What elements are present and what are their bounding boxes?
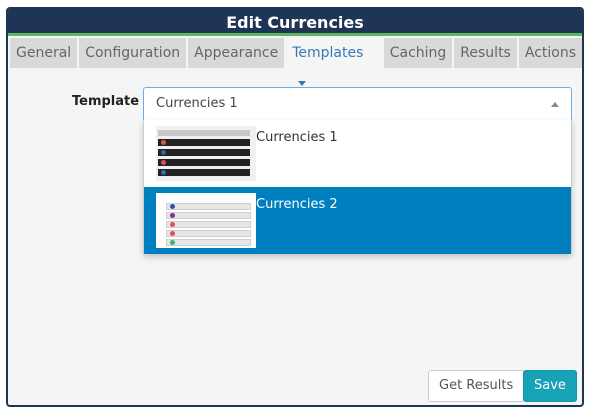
- chevron-down-icon: [298, 80, 307, 86]
- tab-caching[interactable]: Caching: [383, 38, 453, 68]
- tab-results[interactable]: Results: [454, 38, 517, 68]
- tab-configuration[interactable]: Configuration: [79, 38, 187, 68]
- chevron-up-icon: [551, 102, 559, 107]
- tab-appearance[interactable]: Appearance: [188, 38, 285, 68]
- template-dropdown: Currencies 1 Currencies 2: [143, 120, 572, 254]
- tab-general[interactable]: General: [10, 38, 78, 68]
- dialog-title: Edit Currencies: [8, 9, 582, 36]
- template-preview-2: [156, 193, 256, 248]
- template-option-currencies-2[interactable]: Currencies 2: [144, 187, 571, 254]
- template-select[interactable]: Currencies 1: [143, 87, 572, 121]
- save-button[interactable]: Save: [523, 370, 577, 402]
- tab-bar: General Configuration Appearance Templat…: [8, 36, 582, 86]
- option-label: Currencies 2: [256, 197, 338, 212]
- template-label: Template: [72, 94, 140, 109]
- template-option-currencies-1[interactable]: Currencies 1: [144, 120, 571, 187]
- option-label: Currencies 1: [256, 130, 338, 145]
- edit-dialog: Edit Currencies General Configuration Ap…: [6, 7, 584, 407]
- tab-actions[interactable]: Actions: [518, 38, 582, 68]
- get-results-button[interactable]: Get Results: [428, 370, 525, 402]
- template-select-value: Currencies 1: [156, 96, 238, 111]
- tab-templates[interactable]: Templates: [286, 38, 382, 86]
- template-preview-1: [156, 126, 256, 181]
